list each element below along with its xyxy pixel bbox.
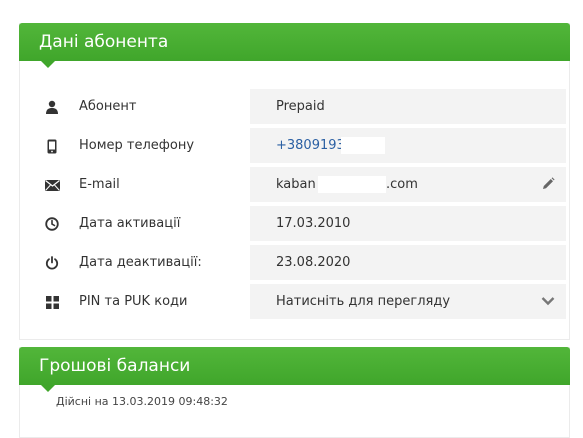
- label-phone: Номер телефону: [79, 138, 195, 153]
- subscriber-card-header: Дані абонента: [19, 23, 570, 68]
- chevron-down-icon[interactable]: [540, 293, 556, 309]
- row-pin-puk[interactable]: PIN та PUK коди Натисніть для перегляду: [20, 282, 569, 321]
- row-subscriber: Абонент Prepaid: [20, 87, 569, 126]
- person-icon: [44, 99, 60, 115]
- subscriber-title: Дані абонента: [39, 32, 169, 52]
- row-email: E-mail kaban .com: [20, 165, 569, 204]
- balance-card: Грошові баланси Дійсні на 13.03.2019 09:…: [19, 347, 570, 438]
- envelope-icon: [44, 177, 60, 193]
- value-box-deactivation-date: 23.08.2020: [250, 245, 566, 280]
- grid-icon: [44, 294, 60, 310]
- label-subscriber: Абонент: [79, 99, 137, 114]
- power-icon: [44, 255, 60, 271]
- label-activation-date: Дата активації: [79, 216, 181, 231]
- label-deactivation-date: Дата деактивації:: [79, 255, 202, 270]
- row-activation-date: Дата активації 17.03.2010: [20, 204, 569, 243]
- balance-valid-date: Дійсні на 13.03.2019 09:48:32: [56, 395, 228, 408]
- balance-card-header: Грошові баланси: [19, 347, 570, 392]
- redaction-mask: [341, 137, 385, 154]
- pin-puk-toggle[interactable]: Натисніть для перегляду: [250, 284, 566, 319]
- value-email-prefix: kaban: [276, 177, 316, 192]
- value-pin-puk[interactable]: Натисніть для перегляду: [276, 284, 450, 319]
- header-pointer: [41, 61, 55, 68]
- label-pin-puk: PIN та PUK коди: [79, 294, 188, 309]
- clock-icon: [44, 216, 60, 232]
- row-deactivation-date: Дата деактивації: 23.08.2020: [20, 243, 569, 282]
- label-email: E-mail: [79, 177, 120, 192]
- pencil-icon[interactable]: [540, 176, 556, 192]
- phone-icon: [44, 138, 60, 154]
- subscriber-rows: Абонент Prepaid Номер телефону +3809193: [20, 87, 569, 321]
- redaction-mask: [318, 176, 386, 193]
- value-subscriber: Prepaid: [276, 99, 325, 114]
- value-box-email: kaban .com: [250, 167, 566, 202]
- subscriber-card: Дані абонента Абонент Prepaid Номер теле…: [19, 23, 570, 340]
- value-box-subscriber: Prepaid: [250, 89, 566, 124]
- value-activation-date: 17.03.2010: [276, 216, 351, 231]
- row-phone: Номер телефону +3809193: [20, 126, 569, 165]
- header-pointer: [41, 385, 55, 392]
- balance-title: Грошові баланси: [39, 356, 191, 376]
- value-box-phone: +3809193: [250, 128, 566, 163]
- value-phone[interactable]: +3809193: [276, 128, 345, 163]
- value-box-activation-date: 17.03.2010: [250, 206, 566, 241]
- value-deactivation-date: 23.08.2020: [276, 255, 351, 270]
- value-email-suffix: .com: [386, 177, 418, 192]
